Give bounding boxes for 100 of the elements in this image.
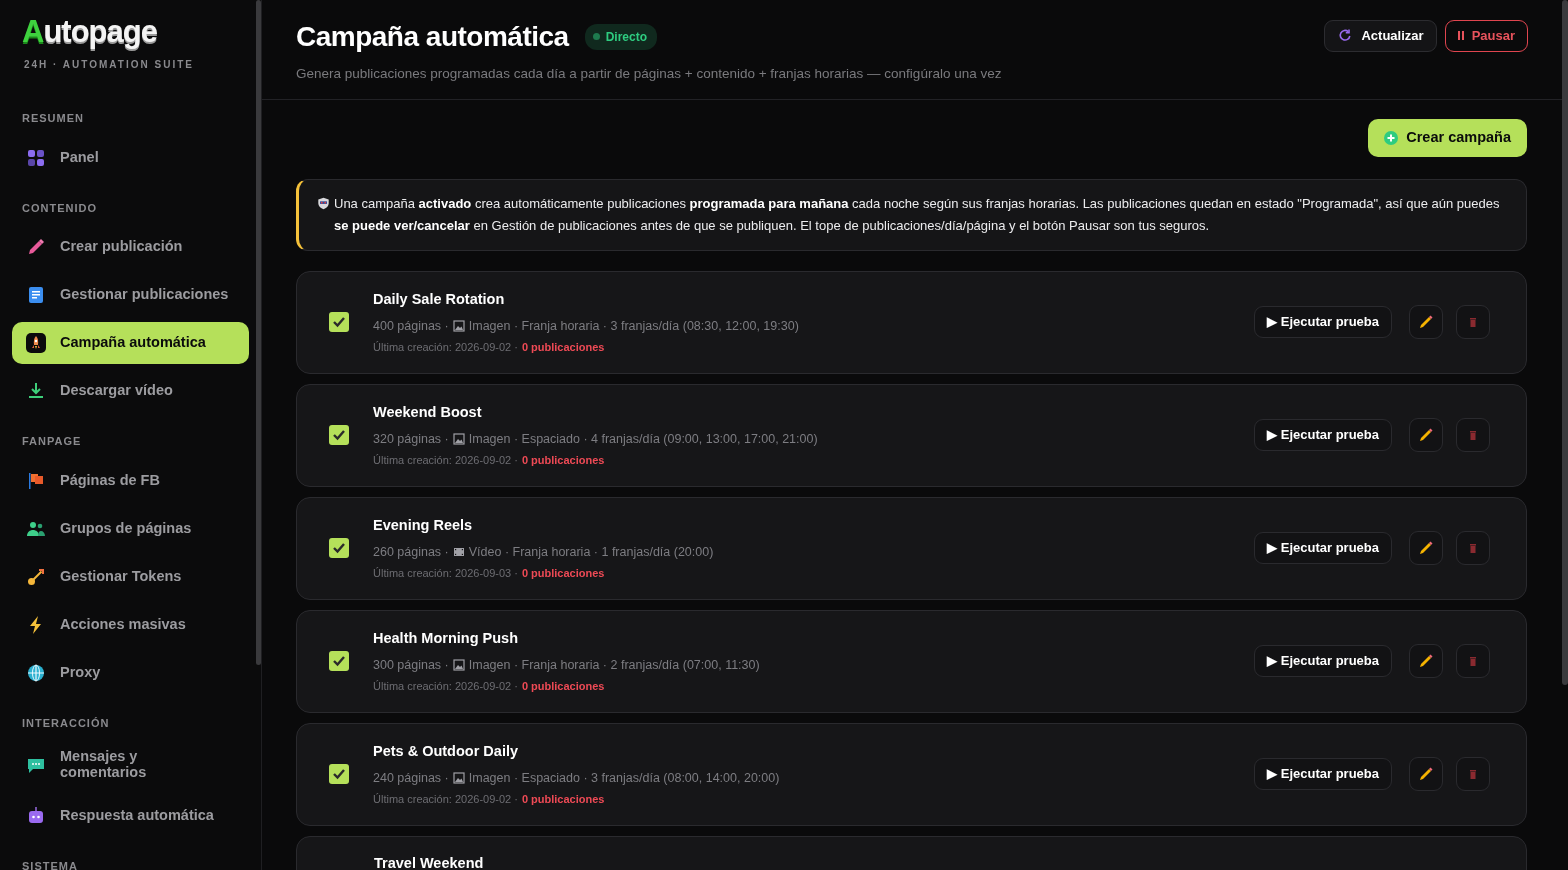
- run-test-button[interactable]: ▶ Ejecutar prueba: [1254, 645, 1392, 677]
- trash-icon: [1468, 316, 1478, 328]
- edit-button[interactable]: [1409, 418, 1443, 453]
- check-icon: [332, 428, 346, 443]
- image-icon: [452, 772, 465, 785]
- scrollbar-thumb[interactable]: [1562, 0, 1568, 685]
- shield-icon: [317, 196, 330, 210]
- check-icon: [332, 541, 346, 556]
- edit-button[interactable]: [1409, 757, 1443, 792]
- pencil-icon: [1418, 314, 1434, 331]
- pencil-icon: [1418, 427, 1434, 444]
- tagline: 24H · AUTOMATION SUITE: [24, 58, 195, 72]
- scrollbar-thumb[interactable]: [256, 0, 261, 665]
- page-subtitle: Genera publicaciones programadas cada día a partir de páginas + contenido + franjas horarias — configúralo una vez: [296, 64, 1002, 83]
- post-count: 0 publicaciones: [521, 339, 605, 355]
- post-count: 0 publicaciones: [521, 791, 605, 807]
- trash-icon: [1468, 429, 1478, 441]
- checkbox[interactable]: [329, 764, 349, 785]
- trash-icon: [1468, 655, 1478, 667]
- section-heading: RESUMEN: [22, 111, 84, 126]
- campaign-details: Imagen · Franja horaria · 2 franjas/día (07:00, 11:30): [468, 656, 760, 674]
- nav-item[interactable]: Gestionar publicaciones: [12, 274, 249, 316]
- edit-button[interactable]: [1409, 531, 1443, 566]
- globe-icon: [26, 662, 46, 683]
- grid-icon: [26, 147, 46, 168]
- plus-icon: [1384, 130, 1399, 145]
- campaign-details: Vídeo · Franja horaria · 1 franjas/día (20:00): [468, 543, 714, 561]
- campaign-name: Health Morning Push: [373, 629, 519, 649]
- run-test-button[interactable]: ▶ Ejecutar prueba: [1254, 532, 1392, 564]
- nav-item[interactable]: Acciones masivas: [12, 603, 249, 646]
- flag-icon: [26, 470, 46, 491]
- campaign-name: Pets & Outdoor Daily: [373, 742, 520, 762]
- campaign-name: Travel Weekend: [374, 853, 485, 870]
- trash-icon: [1468, 768, 1478, 780]
- checkbox[interactable]: [329, 425, 349, 446]
- image-icon: [452, 659, 465, 672]
- section-heading: FANPAGE: [22, 434, 82, 449]
- pencil-icon: [26, 237, 46, 257]
- download-icon: [26, 381, 46, 401]
- checkbox[interactable]: [329, 651, 349, 672]
- pause-icon: [1457, 31, 1464, 41]
- run-test-button[interactable]: ▶ Ejecutar prueba: [1254, 758, 1392, 790]
- image-icon: [452, 320, 465, 333]
- check-icon: [332, 654, 346, 669]
- page-count: 320 páginas ·: [373, 430, 449, 448]
- document-icon: [26, 285, 46, 305]
- image-icon: [452, 433, 465, 446]
- run-test-button[interactable]: ▶ Ejecutar prueba: [1254, 306, 1392, 338]
- section-heading: INTERACCIÓN: [22, 715, 110, 731]
- run-test-button[interactable]: ▶ Ejecutar prueba: [1254, 419, 1392, 451]
- pencil-icon: [1418, 653, 1434, 670]
- campaign-name: Evening Reels: [373, 516, 474, 536]
- last-created: Última creación: 2026-09-02 ·: [373, 452, 518, 468]
- create-campaign-button[interactable]: Crear campaña: [1368, 118, 1527, 157]
- page-count: 400 páginas ·: [373, 317, 449, 335]
- section-heading: SISTEMA: [22, 859, 78, 870]
- nav-item[interactable]: Gestionar Tokens: [12, 555, 249, 598]
- post-count: 0 publicaciones: [521, 678, 605, 694]
- notice-text: Una campaña activado crea automáticamente publicaciones programada para mañana cada noche según sus franjas horarias. Las publicaciones quedan en estado "Programada", así que aún puedes se puede ver/cancelar en Gestión de publicaciones antes de que se publiquen. El tope de publicaciones/día/página y el botón Pausar son tus seguros.: [334, 194, 1501, 235]
- pencil-icon: [1418, 540, 1434, 557]
- post-count: 0 publicaciones: [521, 565, 605, 581]
- nav-item[interactable]: Mensajes y comentarios: [12, 741, 249, 789]
- page-count: 260 páginas ·: [373, 543, 449, 561]
- edit-button[interactable]: [1409, 305, 1443, 340]
- checkbox[interactable]: [329, 312, 349, 333]
- nav-item[interactable]: Descargar vídeo: [12, 370, 249, 412]
- campaign-name: Daily Sale Rotation: [373, 290, 506, 310]
- nav-item[interactable]: Respuesta automática: [12, 795, 249, 837]
- pause-button[interactable]: Pausar: [1444, 20, 1528, 52]
- nav-item[interactable]: Proxy: [12, 651, 249, 694]
- nav-item[interactable]: Panel: [12, 136, 249, 179]
- post-count: 0 publicaciones: [521, 452, 605, 468]
- key-icon: [26, 566, 46, 587]
- trash-icon: [1468, 542, 1478, 554]
- edit-button[interactable]: [1409, 644, 1443, 679]
- section-heading: CONTENIDO: [22, 200, 97, 216]
- last-created: Última creación: 2026-09-03 ·: [373, 565, 518, 581]
- refresh-button[interactable]: Actualizar: [1324, 20, 1437, 52]
- campaign-name: Weekend Boost: [373, 403, 483, 423]
- page-count: 300 páginas ·: [373, 656, 449, 674]
- film-icon: [452, 546, 465, 559]
- last-created: Última creación: 2026-09-02 ·: [373, 339, 518, 355]
- page-title: Campaña automática: [296, 20, 569, 54]
- last-created: Última creación: 2026-09-02 ·: [373, 791, 518, 807]
- nav-item[interactable]: Grupos de páginas: [12, 507, 249, 550]
- robot-icon: [26, 806, 46, 826]
- logo: Autopage: [22, 16, 157, 47]
- page-count: 240 páginas ·: [373, 769, 449, 787]
- nav-item[interactable]: Crear publicación: [12, 226, 249, 268]
- last-created: Última creación: 2026-09-02 ·: [373, 678, 518, 694]
- checkbox[interactable]: [329, 538, 349, 559]
- check-icon: [332, 315, 346, 330]
- rocket-icon: [26, 333, 46, 353]
- campaign-details: Imagen · Espaciado · 3 franjas/día (08:00, 14:00, 20:00): [468, 769, 780, 787]
- nav-item[interactable]: Páginas de FB: [12, 459, 249, 502]
- campaign-details: Imagen · Espaciado · 4 franjas/día (09:00, 13:00, 17:00, 21:00): [468, 430, 818, 448]
- pencil-icon: [1418, 766, 1434, 783]
- check-icon: [332, 767, 346, 782]
- nav-item[interactable]: Campaña automática: [12, 322, 249, 364]
- campaign-details: Imagen · Franja horaria · 3 franjas/día (08:30, 12:00, 19:30): [468, 317, 799, 335]
